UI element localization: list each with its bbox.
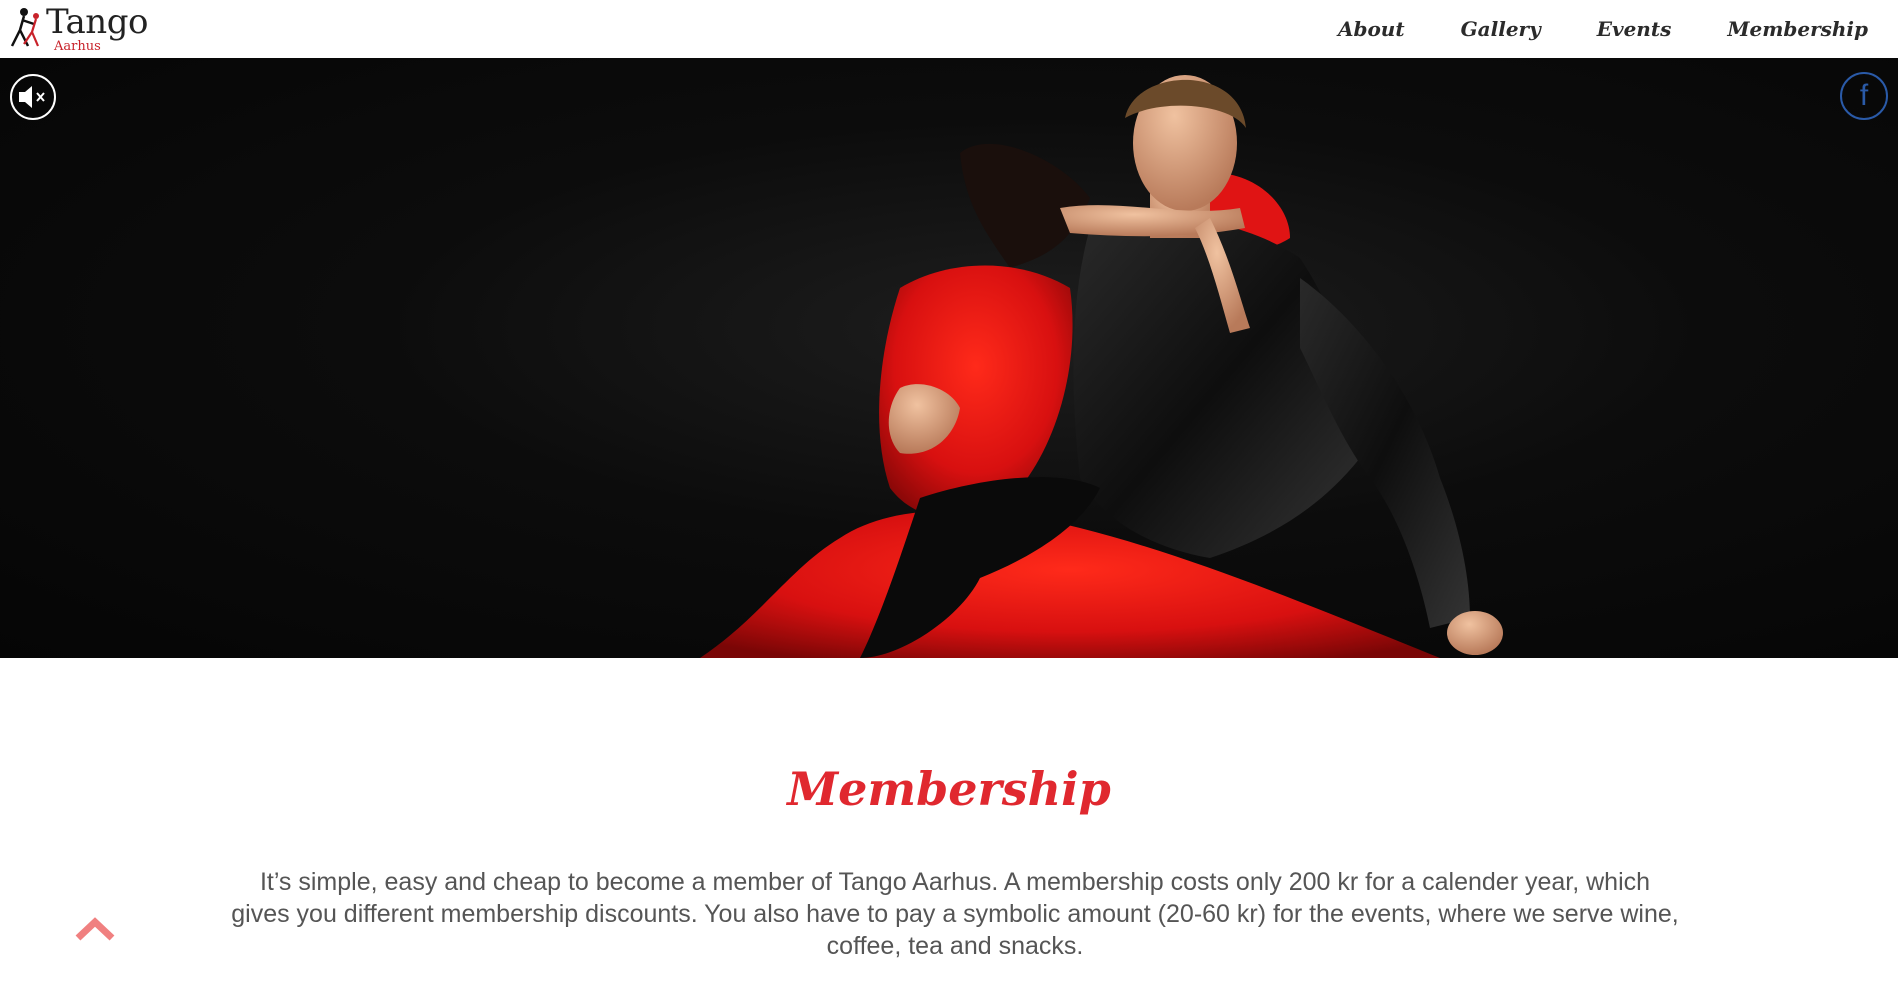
page-title: Membership	[787, 762, 1111, 816]
scroll-to-top-button[interactable]	[74, 916, 116, 942]
membership-intro: It’s simple, easy and cheap to become a …	[231, 868, 1679, 960]
speaker-muted-icon	[19, 86, 45, 108]
nav-membership[interactable]: Membership	[1727, 17, 1868, 41]
tango-dancers-photo	[700, 75, 1503, 658]
facebook-button[interactable]: f	[1840, 72, 1888, 120]
logo-subtitle: Aarhus	[54, 39, 101, 54]
mute-button[interactable]	[10, 74, 56, 120]
hero-banner: f	[0, 58, 1898, 658]
nav-events[interactable]: Events	[1597, 17, 1672, 41]
facebook-icon: f	[1859, 79, 1869, 112]
site-header: Tango Aarhus About Gallery Events Member…	[0, 0, 1898, 58]
logo-title: Tango	[46, 2, 148, 42]
main-nav: About Gallery Events Membership	[1282, 0, 1868, 58]
nav-about[interactable]: About	[1338, 17, 1405, 41]
nav-gallery[interactable]: Gallery	[1461, 17, 1541, 41]
dancers-logo-icon	[10, 8, 40, 47]
logo[interactable]: Tango Aarhus	[4, 2, 148, 56]
chevron-up-icon	[75, 917, 115, 941]
